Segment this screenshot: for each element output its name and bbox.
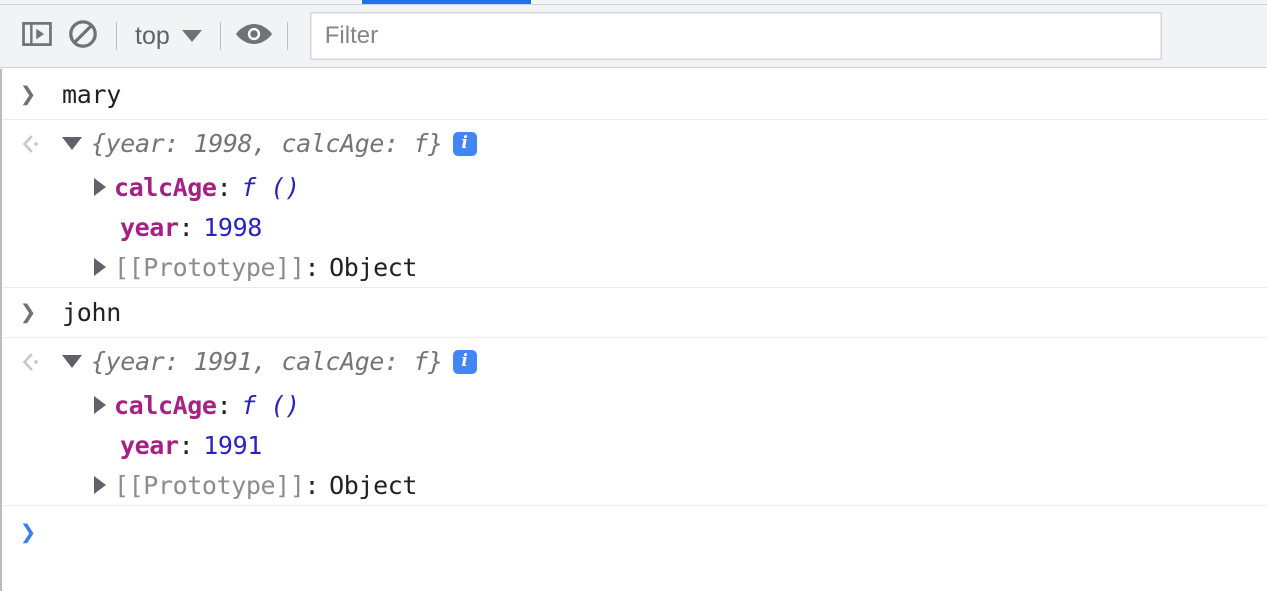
property-value[interactable]: Object bbox=[329, 471, 417, 500]
property-name: calcAge bbox=[114, 390, 217, 420]
filter-input[interactable]: Filter bbox=[309, 12, 1162, 60]
result-arrow-icon bbox=[20, 134, 62, 154]
console-output-group: {year: 1991, calcAge: f} i calcAge: f ()… bbox=[2, 337, 1267, 505]
property-name: [[Prototype]] bbox=[114, 470, 305, 500]
object-preview-close: , calcAge: f} bbox=[252, 347, 443, 376]
property-colon: : bbox=[178, 430, 194, 460]
object-property-row[interactable]: calcAge: f () bbox=[2, 167, 1267, 207]
property-value: 1991 bbox=[203, 430, 262, 460]
object-preview-number: 1991 bbox=[193, 347, 253, 376]
triangle-down-icon[interactable] bbox=[62, 137, 82, 150]
property-name: year bbox=[120, 430, 179, 460]
object-preview-open: {year: bbox=[91, 129, 194, 158]
property-colon: : bbox=[216, 172, 232, 202]
property-name: [[Prototype]] bbox=[114, 252, 305, 282]
object-preview[interactable]: {year: 1998, calcAge: f} i bbox=[62, 129, 477, 158]
prompt-arrow-icon: ❯ bbox=[20, 78, 37, 110]
active-tab-indicator bbox=[362, 0, 531, 4]
chevron-down-icon bbox=[181, 30, 202, 42]
execution-context-selector[interactable]: top bbox=[127, 16, 210, 56]
clear-console-icon bbox=[66, 17, 100, 56]
property-name: year bbox=[120, 212, 179, 242]
triangle-right-icon[interactable] bbox=[94, 476, 106, 494]
property-value[interactable]: f () bbox=[241, 391, 300, 420]
prompt-arrow-icon: ❯ bbox=[20, 516, 37, 548]
console-message-list[interactable]: ❯ mary {year: 1998, calcAge: f} i calcAg… bbox=[0, 69, 1267, 591]
toolbar-divider-1 bbox=[116, 22, 117, 50]
filter-placeholder: Filter bbox=[324, 22, 379, 49]
console-output-row[interactable]: {year: 1991, calcAge: f} i bbox=[2, 337, 1267, 385]
triangle-down-icon[interactable] bbox=[62, 355, 82, 368]
triangle-right-icon[interactable] bbox=[94, 258, 106, 276]
property-value[interactable]: Object bbox=[329, 253, 417, 282]
object-preview-open: {year: bbox=[91, 347, 194, 376]
object-preview-close: , calcAge: f} bbox=[252, 129, 443, 158]
info-badge[interactable]: i bbox=[452, 131, 477, 156]
console-input-row[interactable]: ❯ mary bbox=[2, 69, 1267, 119]
object-prototype-row[interactable]: [[Prototype]]: Object bbox=[2, 247, 1267, 287]
console-output-group: {year: 1998, calcAge: f} i calcAge: f ()… bbox=[2, 119, 1267, 287]
toolbar-divider-2 bbox=[219, 22, 221, 50]
object-property-row[interactable]: year: 1991 bbox=[2, 425, 1267, 465]
object-prototype-row[interactable]: [[Prototype]]: Object bbox=[2, 465, 1267, 505]
property-colon: : bbox=[304, 470, 320, 500]
console-toolbar: top Filter bbox=[0, 5, 1267, 68]
execution-context-label: top bbox=[135, 21, 170, 50]
console-input-text: john bbox=[62, 298, 122, 327]
console-input-text: mary bbox=[62, 79, 122, 109]
triangle-right-icon[interactable] bbox=[94, 178, 106, 196]
property-colon: : bbox=[304, 252, 320, 282]
info-badge[interactable]: i bbox=[452, 349, 477, 374]
console-sidebar-toggle-button[interactable] bbox=[14, 13, 60, 59]
object-preview-number: 1998 bbox=[193, 129, 253, 158]
prompt-arrow-icon: ❯ bbox=[20, 297, 37, 328]
eye-icon bbox=[234, 18, 274, 55]
console-input-row[interactable]: ❯ john bbox=[2, 287, 1267, 337]
property-value[interactable]: f () bbox=[241, 173, 300, 202]
object-property-row[interactable]: year: 1998 bbox=[2, 207, 1267, 247]
toolbar-divider-3 bbox=[286, 22, 288, 50]
triangle-right-icon[interactable] bbox=[94, 396, 106, 414]
result-arrow-icon bbox=[20, 352, 62, 372]
property-colon: : bbox=[216, 390, 232, 420]
console-prompt-row[interactable]: ❯ bbox=[2, 505, 1267, 558]
console-output-row[interactable]: {year: 1998, calcAge: f} i bbox=[2, 119, 1267, 167]
live-expression-button[interactable] bbox=[231, 13, 277, 59]
object-property-row[interactable]: calcAge: f () bbox=[2, 385, 1267, 425]
object-preview[interactable]: {year: 1991, calcAge: f} i bbox=[62, 347, 477, 376]
clear-console-button[interactable] bbox=[60, 13, 106, 59]
property-value: 1998 bbox=[203, 212, 262, 242]
property-name: calcAge bbox=[114, 172, 217, 202]
console-sidebar-icon bbox=[20, 17, 54, 56]
property-colon: : bbox=[178, 212, 194, 242]
